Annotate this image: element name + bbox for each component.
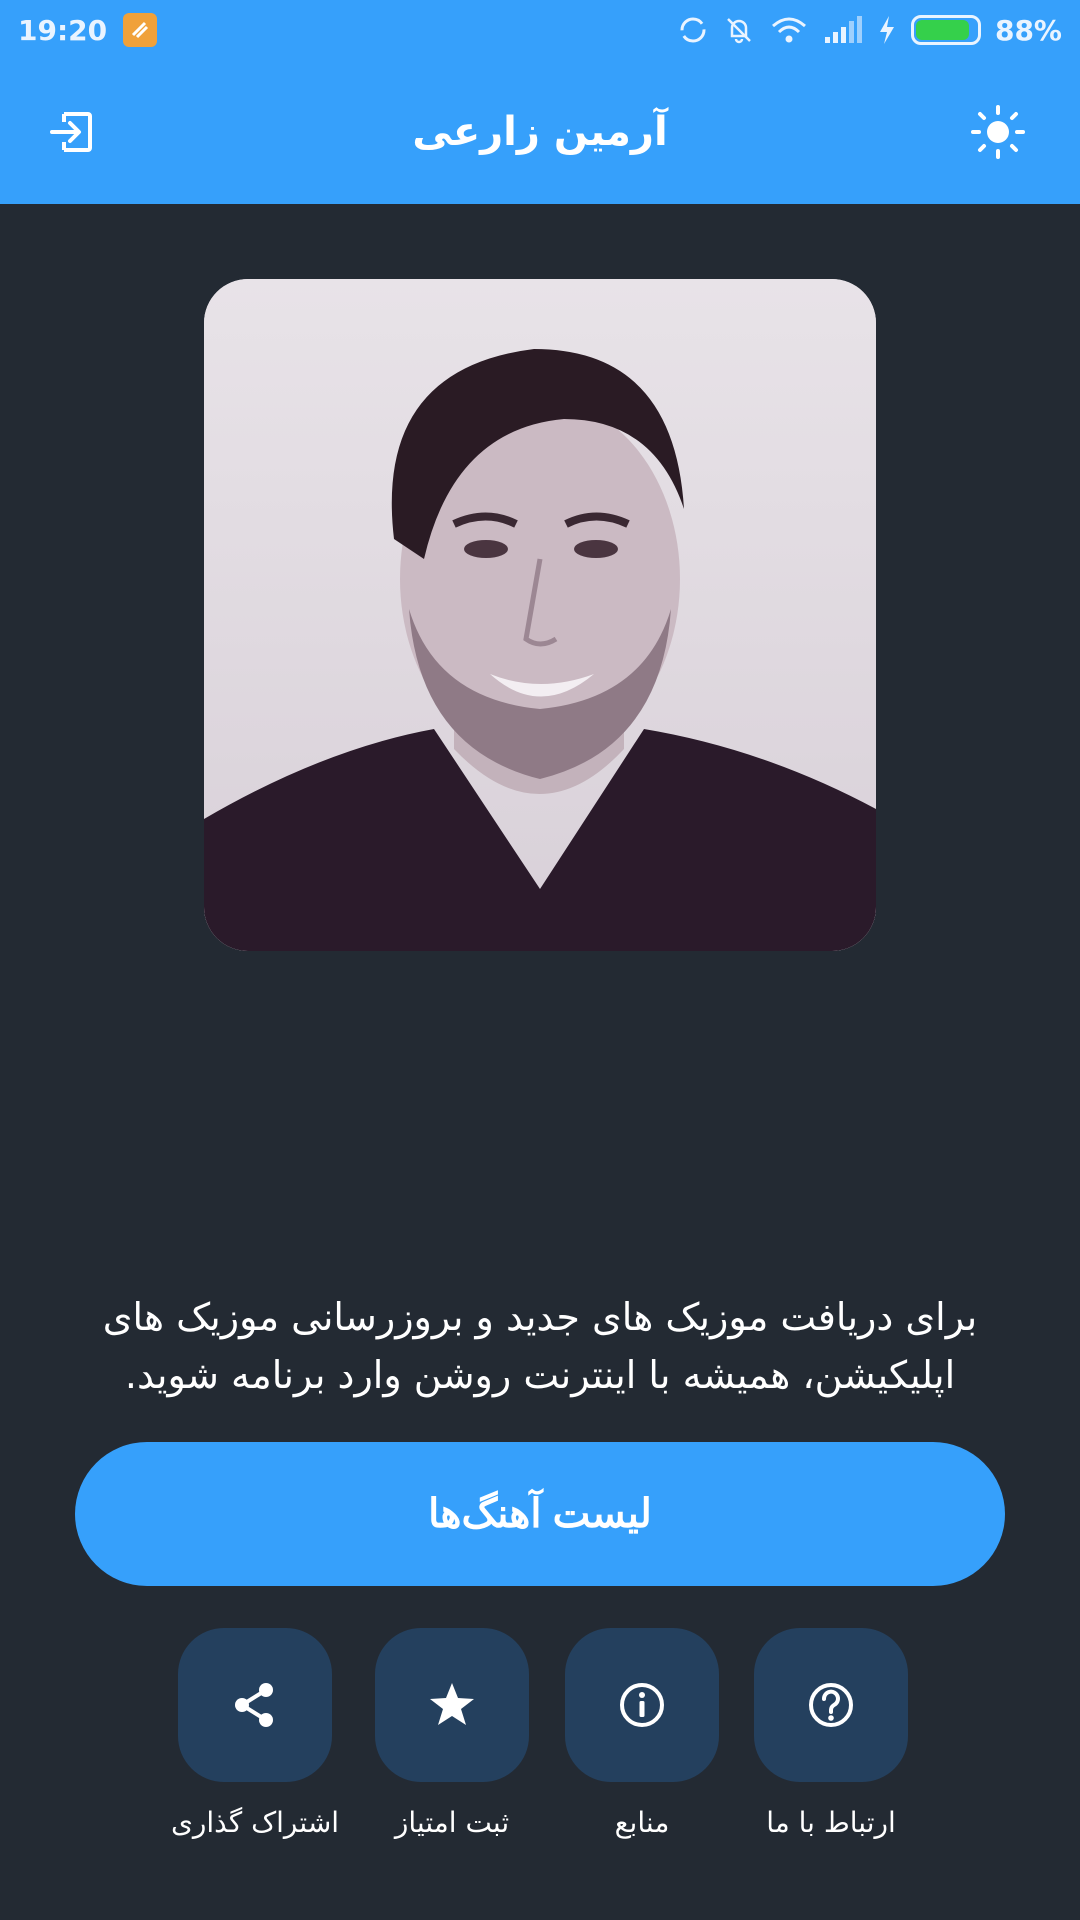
page-title: آرمین زارعی [412,109,668,155]
contact-label: ارتباط با ما [766,1806,896,1839]
exit-icon [50,112,92,152]
exit-button[interactable] [40,100,104,164]
sources-action[interactable]: منابع [547,1628,737,1839]
sources-tile[interactable] [565,1628,719,1782]
battery-percent: 88% [994,13,1062,47]
contact-tile[interactable] [754,1628,908,1782]
app-bar: آرمین زارعی [0,60,1080,204]
action-bar: اشتراک گذاری ثبت امتیاز منابع ارتباط با … [0,1628,1080,1848]
song-list-button[interactable]: لیست آهنگ‌ها [75,1442,1005,1586]
contact-action[interactable]: ارتباط با ما [736,1628,926,1839]
share-icon [235,1683,273,1727]
star-icon [430,1683,474,1725]
rate-label: ثبت امتیاز [394,1806,510,1839]
notification-app-icon [123,13,158,47]
artist-portrait-image [204,279,876,951]
theme-toggle-button[interactable] [966,100,1030,164]
battery-icon [910,15,981,45]
sun-icon [971,105,1025,159]
status-right: 88% [677,14,1062,47]
rate-tile[interactable] [375,1628,529,1782]
info-message: برای دریافت موزیک های جدید و بروزرسانی م… [102,1295,978,1397]
wifi-icon [771,17,806,43]
rate-action[interactable]: ثبت امتیاز [357,1628,547,1839]
sync-icon [680,17,706,43]
share-label: اشتراک گذاری [170,1806,340,1839]
artist-photo [204,279,876,951]
status-bar: 19:20 88% [0,0,1080,60]
help-icon [809,1683,853,1727]
share-tile[interactable] [178,1628,332,1782]
charging-icon [879,16,894,44]
song-list-button-label: لیست آهنگ‌ها [428,1492,652,1536]
bell-off-icon [727,18,751,44]
signal-icon [824,16,862,43]
battery-level-fill [915,20,969,40]
status-time: 19:20 [18,13,108,47]
status-left: 19:20 [18,13,158,47]
sources-label: منابع [614,1806,670,1839]
share-action[interactable]: اشتراک گذاری [160,1628,350,1839]
info-icon [620,1683,664,1727]
